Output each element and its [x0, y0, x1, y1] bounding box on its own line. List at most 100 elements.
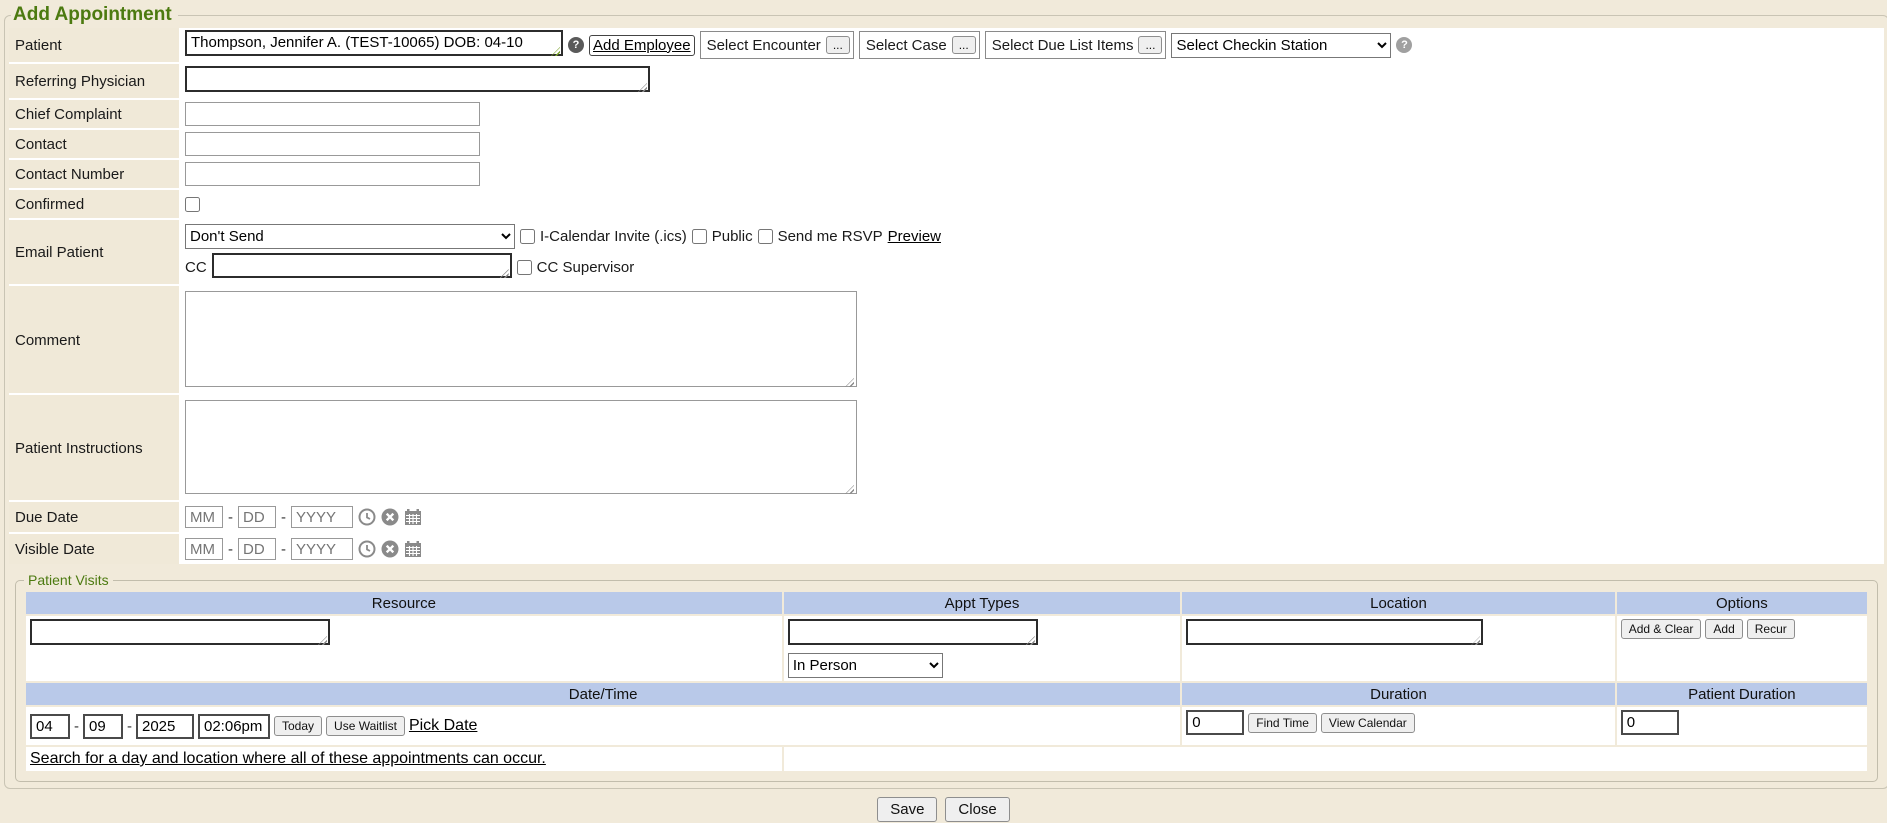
- email-patient-label: Email Patient: [9, 220, 179, 284]
- chief-complaint-label: Chief Complaint: [9, 100, 179, 128]
- due-date-year-input[interactable]: [291, 506, 353, 528]
- patient-visits-legend: Patient Visits: [24, 572, 113, 588]
- resource-input[interactable]: [30, 619, 330, 645]
- visit-month-input[interactable]: [30, 714, 70, 739]
- recur-button[interactable]: Recur: [1747, 619, 1795, 639]
- visit-type-select[interactable]: In Person: [788, 653, 943, 678]
- visible-date-label: Visible Date: [9, 534, 179, 564]
- due-date-day-input[interactable]: [238, 506, 276, 528]
- date-time-cell: -- Today Use Waitlist Pick Date: [26, 707, 1180, 745]
- contact-label: Contact: [9, 130, 179, 158]
- pick-date-link[interactable]: Pick Date: [409, 717, 477, 735]
- appt-types-cell: In Person: [784, 616, 1180, 681]
- duration-input[interactable]: [1186, 710, 1244, 735]
- search-day-location-link[interactable]: Search for a day and location where all …: [30, 750, 546, 767]
- cc-input[interactable]: [212, 253, 512, 278]
- patient-instructions-row: Patient Instructions: [9, 395, 1884, 500]
- add-employee-link[interactable]: Add Employee: [593, 37, 691, 54]
- comment-row: Comment: [9, 286, 1884, 393]
- due-date-calendar-icon[interactable]: [404, 508, 422, 526]
- due-date-time-icon[interactable]: [358, 508, 376, 526]
- patient-instructions-label: Patient Instructions: [9, 395, 179, 500]
- confirmed-row: Confirmed: [9, 190, 1884, 218]
- confirmed-checkbox[interactable]: [185, 197, 200, 212]
- contact-input[interactable]: [185, 132, 480, 156]
- contact-number-input[interactable]: [185, 162, 480, 186]
- contact-number-row: Contact Number: [9, 160, 1884, 188]
- appointment-form: Patient Thompson, Jennifer A. (TEST-1006…: [9, 28, 1884, 564]
- select-case-label: Select Case: [866, 37, 947, 54]
- ical-invite-checkbox[interactable]: [520, 229, 535, 244]
- add-clear-button[interactable]: Add & Clear: [1621, 619, 1702, 639]
- find-time-button[interactable]: Find Time: [1248, 713, 1317, 733]
- appt-types-header: Appt Types: [784, 592, 1180, 614]
- select-due-list-group: Select Due List Items ...: [985, 31, 1167, 59]
- visit-day-input[interactable]: [83, 714, 123, 739]
- patient-help-icon[interactable]: ?: [568, 37, 584, 53]
- checkin-station-select[interactable]: Select Checkin Station: [1171, 33, 1391, 58]
- visible-date-year-input[interactable]: [291, 538, 353, 560]
- search-day-cell: Search for a day and location where all …: [26, 747, 782, 771]
- public-checkbox[interactable]: [692, 229, 707, 244]
- date-time-header: Date/Time: [26, 683, 1180, 705]
- patient-duration-input[interactable]: [1621, 710, 1679, 735]
- chief-complaint-input[interactable]: [185, 102, 480, 126]
- patient-visits-table: Resource Appt Types Location Options In …: [24, 590, 1869, 773]
- referring-physician-input[interactable]: [185, 66, 650, 92]
- patient-duration-cell: [1617, 707, 1867, 745]
- visit-year-input[interactable]: [136, 714, 194, 739]
- visible-date-day-input[interactable]: [238, 538, 276, 560]
- appt-types-input[interactable]: [788, 619, 1038, 645]
- visible-date-row: Visible Date --: [9, 534, 1884, 564]
- chief-complaint-row: Chief Complaint: [9, 100, 1884, 128]
- due-date-label: Due Date: [9, 502, 179, 532]
- referring-physician-row: Referring Physician: [9, 64, 1884, 98]
- visible-date-clear-icon[interactable]: [381, 540, 399, 558]
- use-waitlist-button[interactable]: Use Waitlist: [326, 716, 405, 736]
- save-button[interactable]: Save: [877, 797, 937, 822]
- checkin-help-icon[interactable]: ?: [1396, 37, 1412, 53]
- view-calendar-button[interactable]: View Calendar: [1321, 713, 1415, 733]
- add-button[interactable]: Add: [1705, 619, 1742, 639]
- patient-row: Patient Thompson, Jennifer A. (TEST-1006…: [9, 28, 1884, 62]
- patient-duration-header: Patient Duration: [1617, 683, 1867, 705]
- form-footer: Save Close: [0, 797, 1887, 822]
- today-button[interactable]: Today: [274, 716, 322, 736]
- visible-date-time-icon[interactable]: [358, 540, 376, 558]
- select-due-list-button[interactable]: ...: [1138, 36, 1162, 54]
- due-date-month-input[interactable]: [185, 506, 223, 528]
- page-title: Add Appointment: [11, 4, 178, 26]
- cc-supervisor-checkbox[interactable]: [517, 260, 532, 275]
- email-send-select[interactable]: Don't Send: [185, 224, 515, 249]
- select-case-group: Select Case ...: [859, 31, 980, 59]
- resource-cell: [26, 616, 782, 681]
- duration-header: Duration: [1182, 683, 1614, 705]
- due-date-clear-icon[interactable]: [381, 508, 399, 526]
- search-row-spacer: [784, 747, 1867, 771]
- options-header: Options: [1617, 592, 1867, 614]
- patient-visits-fieldset: Patient Visits Resource Appt Types Locat…: [15, 572, 1878, 782]
- patient-input[interactable]: Thompson, Jennifer A. (TEST-10065) DOB: …: [185, 30, 563, 56]
- send-rsvp-label: Send me RSVP: [778, 228, 883, 245]
- select-due-list-label: Select Due List Items: [992, 37, 1134, 54]
- comment-textarea[interactable]: [185, 291, 857, 387]
- close-button[interactable]: Close: [945, 797, 1009, 822]
- visible-date-month-input[interactable]: [185, 538, 223, 560]
- location-cell: [1182, 616, 1614, 681]
- preview-link[interactable]: Preview: [888, 228, 941, 245]
- contact-number-label: Contact Number: [9, 160, 179, 188]
- select-encounter-button[interactable]: ...: [826, 36, 850, 54]
- patient-instructions-textarea[interactable]: [185, 400, 857, 494]
- resource-header: Resource: [26, 592, 782, 614]
- location-input[interactable]: [1186, 619, 1483, 645]
- visible-date-calendar-icon[interactable]: [404, 540, 422, 558]
- visit-time-input[interactable]: [198, 714, 270, 739]
- send-rsvp-checkbox[interactable]: [758, 229, 773, 244]
- add-appointment-fieldset: Add Appointment Patient Thompson, Jennif…: [4, 4, 1887, 789]
- patient-label: Patient: [9, 28, 179, 62]
- due-date-row: Due Date --: [9, 502, 1884, 532]
- ical-invite-label: I-Calendar Invite (.ics): [540, 228, 687, 245]
- select-case-button[interactable]: ...: [952, 36, 976, 54]
- email-patient-row: Email Patient Don't Send I-Calendar Invi…: [9, 220, 1884, 284]
- cc-supervisor-label: CC Supervisor: [537, 259, 635, 276]
